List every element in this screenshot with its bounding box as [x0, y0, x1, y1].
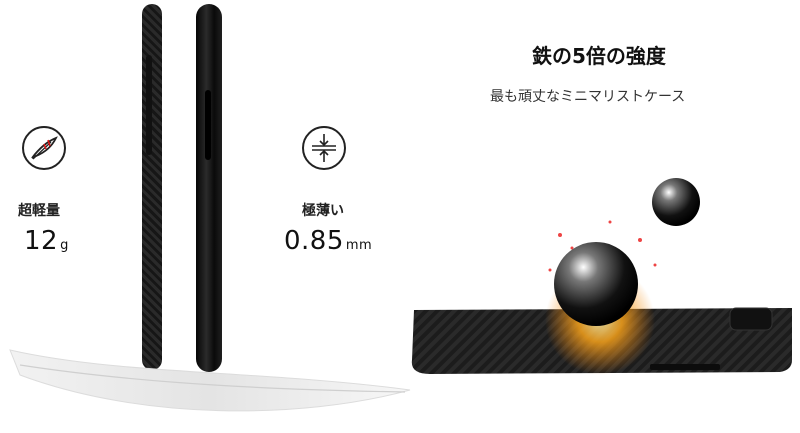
weight-unit: g — [60, 238, 69, 253]
weight-number: 12 — [24, 226, 59, 256]
strength-subline: 最も頑丈なミニマリストケース — [490, 89, 686, 105]
thin-arrows-icon — [302, 126, 346, 170]
feather-icon — [22, 126, 66, 170]
thin-number: 0.85 — [284, 226, 344, 256]
thin-label: 極薄い — [302, 203, 344, 219]
impact-illustration — [400, 170, 800, 390]
weight-value: 12 g — [24, 226, 69, 256]
strength-headline: 鉄の5倍の強度 — [532, 44, 666, 68]
phone-side-button — [205, 90, 211, 160]
thin-value: 0.85 mm — [284, 226, 372, 256]
case-side-view — [142, 4, 162, 370]
case-side-button — [146, 55, 152, 155]
phone-side-view — [196, 4, 222, 372]
weight-label: 超軽量 — [18, 203, 60, 219]
thin-unit: mm — [345, 238, 373, 253]
feather-image — [0, 330, 420, 433]
